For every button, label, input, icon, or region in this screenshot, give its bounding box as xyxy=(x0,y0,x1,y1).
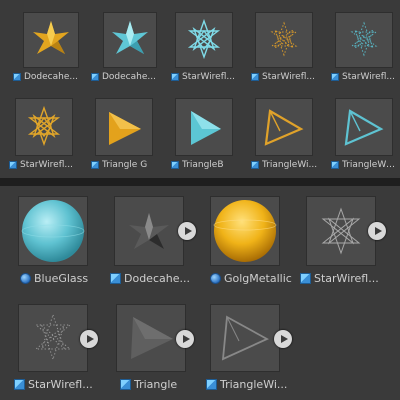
play-preview-button[interactable] xyxy=(368,222,386,240)
asset-label: StarWirefl... xyxy=(28,378,93,391)
asset-label: StarWirefl... xyxy=(20,160,73,170)
blue-glass-sphere-icon xyxy=(18,196,88,266)
asset-label: TriangleB xyxy=(182,160,224,170)
asset-star-wireframe-dots-gray[interactable]: StarWirefl... xyxy=(14,304,106,400)
prefab-icon xyxy=(171,161,179,169)
asset-dodecahedron-gray[interactable]: Dodecahe... xyxy=(108,196,200,292)
play-preview-button[interactable] xyxy=(176,330,194,348)
triangle-gold-icon xyxy=(95,98,153,156)
asset-label: BlueGlass xyxy=(34,272,89,285)
dodecahedron-gray-icon xyxy=(114,196,184,266)
material-icon xyxy=(20,273,31,284)
star-wireframe-gold-icon xyxy=(15,98,73,156)
prefab-icon xyxy=(91,73,99,81)
prefab-icon xyxy=(251,73,259,81)
asset-label: Dodecahe... xyxy=(102,72,156,82)
play-preview-button[interactable] xyxy=(274,330,292,348)
asset-triangle-blue[interactable]: TriangleB xyxy=(171,98,241,174)
triangle-wire-gold-icon xyxy=(255,98,313,156)
prefab-icon xyxy=(331,73,339,81)
asset-label: StarWirefl... xyxy=(262,72,315,82)
material-icon xyxy=(210,273,221,284)
prefab-icon xyxy=(171,73,179,81)
asset-triangle-gray[interactable]: Triangle xyxy=(114,304,206,400)
asset-dodecahedron-glass[interactable]: Dodecahe... xyxy=(91,12,157,88)
gold-metallic-sphere-icon xyxy=(210,196,280,266)
dodecahedron-glass-icon xyxy=(103,12,157,68)
play-preview-button[interactable] xyxy=(178,222,196,240)
dodecahedron-gold-icon xyxy=(23,12,79,68)
asset-label: StarWirefl... xyxy=(182,72,235,82)
asset-triangle-wire-gold[interactable]: TriangleWi... xyxy=(251,98,321,174)
star-wireframe-dots-gray-icon xyxy=(18,304,88,372)
asset-label: TriangleWi... xyxy=(262,160,318,170)
asset-triangle-wire-gray[interactable]: TriangleWi... xyxy=(204,304,300,400)
asset-dodecahedron-gold[interactable]: Dodecahe... xyxy=(13,12,79,88)
asset-label: StarWirefl... xyxy=(314,272,379,285)
prefab-icon xyxy=(331,161,339,169)
prefab-icon xyxy=(251,161,259,169)
asset-star-wireframe-blue[interactable]: StarWirefl... xyxy=(171,12,241,88)
triangle-wire-gray-icon xyxy=(210,304,280,372)
asset-star-wireframe-gold[interactable]: StarWirefl... xyxy=(9,98,79,174)
prefab-icon xyxy=(206,379,217,390)
star-wireframe-gold-dots-icon xyxy=(255,12,313,68)
prefab-icon xyxy=(14,379,25,390)
asset-label: Triangle xyxy=(134,378,178,391)
asset-star-wireframe-gold-dots[interactable]: StarWirefl... xyxy=(251,12,321,88)
asset-label: TriangleWi... xyxy=(342,160,397,170)
prefab-icon xyxy=(300,273,311,284)
play-preview-button[interactable] xyxy=(80,330,98,348)
star-wireframe-gray-icon xyxy=(306,196,376,266)
prefab-icon xyxy=(110,273,121,284)
triangle-blue-icon xyxy=(175,98,233,156)
asset-star-wireframe-gray[interactable]: StarWirefl... xyxy=(300,196,396,292)
panel-divider xyxy=(0,178,400,186)
asset-label: Triangle G xyxy=(102,160,148,170)
asset-label: GolgMetallic xyxy=(224,272,292,285)
star-wireframe-blue-dots-icon xyxy=(335,12,393,68)
asset-grid-top: Dodecahe... Dodecahe... StarWirefl... St… xyxy=(0,0,400,178)
asset-blue-glass[interactable]: BlueGlass xyxy=(14,196,98,292)
asset-gold-metallic[interactable]: GolgMetallic xyxy=(208,196,300,292)
prefab-icon xyxy=(91,161,99,169)
asset-label: Dodecahe... xyxy=(24,72,78,82)
prefab-icon xyxy=(9,161,17,169)
prefab-icon xyxy=(120,379,131,390)
star-wireframe-blue-icon xyxy=(175,12,233,68)
asset-triangle-gold[interactable]: Triangle G xyxy=(91,98,161,174)
triangle-wire-blue-icon xyxy=(335,98,393,156)
prefab-icon xyxy=(13,73,21,81)
asset-grid-bottom: BlueGlass Dodecahe... GolgMetallic StarW… xyxy=(0,186,400,400)
asset-label: Dodecahe... xyxy=(124,272,190,285)
asset-triangle-wire-blue[interactable]: TriangleWi... xyxy=(331,98,397,174)
asset-label: StarWirefl... xyxy=(342,72,395,82)
asset-star-wireframe-blue-dots[interactable]: StarWirefl... xyxy=(331,12,397,88)
asset-label: TriangleWi... xyxy=(220,378,288,391)
